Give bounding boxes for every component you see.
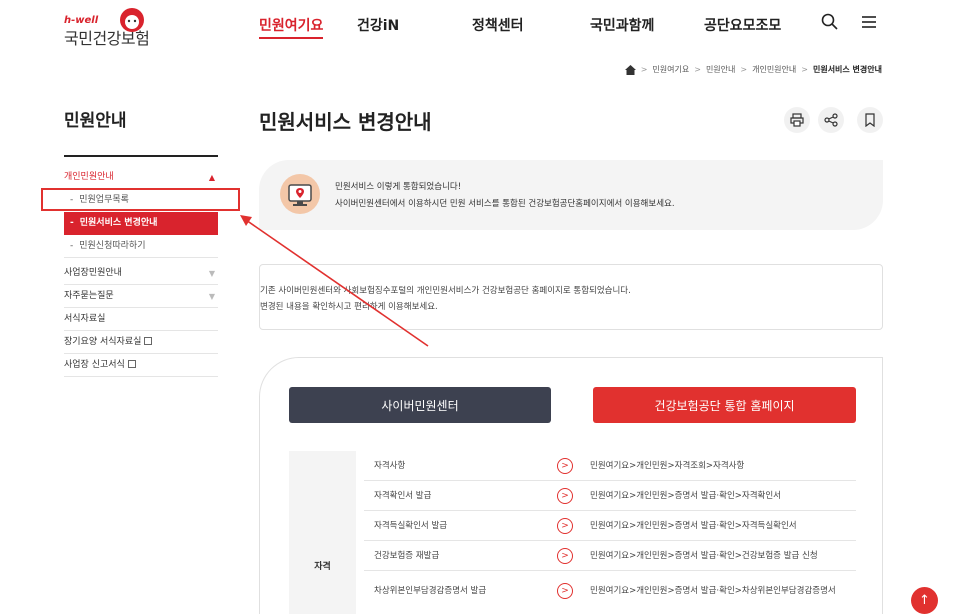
breadcrumb-item[interactable]: 민원여기요	[652, 64, 689, 75]
sidebar-item-label: 자주묻는질문	[64, 291, 114, 301]
table-row: 자격득실확인서 발급 > 민원여기요>개인민원>증명서 발급·확인>자격득실확인…	[364, 511, 856, 541]
nav-item-about[interactable]: 공단요모조모	[704, 15, 781, 35]
sidebar-title: 민원안내	[64, 111, 127, 131]
table-row: 건강보험증 재발급 > 민원여기요>개인민원>증명서 발급·확인>건강보험증 발…	[364, 541, 856, 571]
description-line: 기존 사이버민원센터와 사회보험징수포털의 개인민원서비스가 건강보험공단 홈페…	[260, 286, 631, 296]
breadcrumb-current: 민원서비스 변경안내	[812, 65, 882, 74]
sidebar-subitem-label: 민원서비스 변경안내	[79, 218, 158, 228]
sidebar-item-label: 서식자료실	[64, 314, 106, 324]
sidebar-item-faq[interactable]: 자주묻는질문 ▼	[64, 285, 218, 308]
notice-headline: 민원서비스 이렇게 통합되었습니다!	[335, 182, 462, 192]
new-service-path[interactable]: 민원여기요>개인민원>증명서 발급·확인>자격확인서	[590, 481, 860, 511]
page-title: 민원서비스 변경안내	[259, 110, 432, 134]
description-line: 변경된 내용을 확인하시고 편리하게 이용해보세요.	[260, 302, 438, 312]
breadcrumb-item[interactable]: 민원안내	[706, 64, 735, 75]
chevron-right-icon: >	[557, 458, 573, 474]
table-row: 차상위본인부담경감증명서 발급 > 민원여기요>개인민원>증명서 발급·확인>차…	[364, 571, 856, 611]
external-link-icon	[127, 360, 136, 368]
sidebar-item-forms[interactable]: 서식자료실	[64, 308, 218, 331]
sidebar-item-label: 개인민원안내	[64, 172, 114, 182]
dash-marker: -	[70, 218, 74, 228]
sidebar-item-label: 사업장민원안내	[64, 268, 122, 278]
old-service-label: 건강보험증 재발급	[374, 551, 440, 561]
sidebar-item-label: 장기요양 서식자료실	[64, 337, 142, 347]
nav-item-policy[interactable]: 정책센터	[472, 15, 524, 35]
nhis-homepage-button[interactable]: 건강보험공단 통합 홈페이지	[593, 387, 856, 423]
share-button[interactable]	[818, 107, 844, 133]
sidebar-item-personal[interactable]: 개인민원안내 ▲	[64, 166, 218, 189]
sidebar-subitem-guide[interactable]: - 민원신청따라하기	[64, 235, 218, 258]
print-icon	[790, 113, 804, 127]
description-box: 기존 사이버민원센터와 사회보험징수포털의 개인민원서비스가 건강보험공단 홈페…	[259, 264, 883, 330]
notice-body: 사이버민원센터에서 이용하시던 민원 서비스를 통합된 건강보험공단홈페이지에서…	[335, 199, 675, 209]
category-label: 자격	[314, 562, 331, 572]
breadcrumb-separator: >	[740, 65, 748, 74]
caret-down-icon: ▼	[208, 292, 215, 301]
notice-illustration	[280, 174, 320, 214]
new-service-path[interactable]: 민원여기요>개인민원>증명서 발급·확인>자격득실확인서	[590, 511, 860, 541]
old-service-label: 자격득실확인서 발급	[374, 521, 448, 531]
bookmark-icon	[865, 113, 875, 127]
breadcrumb-separator: >	[801, 65, 808, 74]
caret-up-icon: ▲	[208, 173, 215, 182]
table-row: 자격확인서 발급 > 민원여기요>개인민원>증명서 발급·확인>자격확인서	[364, 481, 856, 511]
sidebar-divider	[64, 155, 218, 157]
chevron-right-icon: >	[557, 548, 573, 564]
breadcrumb-item[interactable]: 개인민원안내	[752, 64, 796, 75]
print-button[interactable]	[784, 107, 810, 133]
breadcrumb-separator: >	[694, 65, 701, 74]
bookmark-button[interactable]	[857, 107, 883, 133]
sidebar-item-label: 사업장 신고서식	[64, 360, 125, 370]
logo-mark-icon	[120, 8, 144, 32]
compare-panel: 사이버민원센터 건강보험공단 통합 홈페이지 자격 자격사항 > 민원여기요>개…	[259, 357, 883, 614]
cyber-center-button[interactable]: 사이버민원센터	[289, 387, 551, 423]
nav-item-health-in[interactable]: 건강iN	[357, 15, 399, 35]
chevron-right-icon: >	[557, 583, 573, 599]
category-cell: 자격	[289, 451, 356, 614]
sidebar-subitem-label: 민원신청따라하기	[79, 241, 146, 251]
scroll-top-button[interactable]: ↑	[911, 587, 938, 614]
chevron-right-icon: >	[557, 488, 573, 504]
caret-down-icon: ▼	[208, 269, 215, 278]
monitor-location-icon	[288, 184, 312, 206]
nav-item-together[interactable]: 국민과함께	[590, 15, 654, 35]
old-service-label: 자격확인서 발급	[374, 491, 432, 501]
share-icon	[824, 113, 838, 127]
sidebar-subitem-change[interactable]: - 민원서비스 변경안내	[64, 212, 218, 235]
table-row: 자격사항 > 민원여기요>개인민원>자격조회>자격사항	[364, 451, 856, 481]
chevron-right-icon: >	[557, 518, 573, 534]
breadcrumb: > 민원여기요 > 민원안내 > 개인민원안내 > 민원서비스 변경안내	[624, 64, 882, 75]
new-service-path[interactable]: 민원여기요>개인민원>증명서 발급·확인>건강보험증 발급 신청	[590, 541, 860, 571]
hamburger-menu-icon[interactable]	[859, 12, 879, 32]
sidebar-item-business-forms[interactable]: 사업장 신고서식	[64, 354, 218, 377]
header: h-well 국민건강보험 민원여기요 건강iN 정책센터 국민과함께 공단요모…	[0, 0, 966, 50]
old-service-label: 차상위본인부담경감증명서 발급	[374, 586, 487, 596]
sidebar-item-business[interactable]: 사업장민원안내 ▼	[64, 262, 218, 285]
sidebar-item-ltc-forms[interactable]: 장기요양 서식자료실	[64, 331, 218, 354]
nav-item-minwon[interactable]: 민원여기요	[259, 15, 324, 39]
new-service-path[interactable]: 민원여기요>개인민원>자격조회>자격사항	[590, 451, 860, 481]
breadcrumb-separator: >	[640, 65, 648, 74]
highlight-box	[41, 188, 240, 211]
home-icon[interactable]	[624, 64, 636, 75]
logo[interactable]: h-well 국민건강보험	[64, 6, 174, 48]
external-link-icon	[144, 337, 153, 345]
new-service-path[interactable]: 민원여기요>개인민원>증명서 발급·확인>차상위본인부담경감증명서	[590, 571, 852, 611]
dash-marker: -	[70, 241, 74, 251]
notice-banner: 민원서비스 이렇게 통합되었습니다! 사이버민원센터에서 이용하시던 민원 서비…	[259, 160, 883, 230]
search-icon[interactable]	[820, 12, 840, 32]
old-service-label: 자격사항	[374, 461, 406, 471]
